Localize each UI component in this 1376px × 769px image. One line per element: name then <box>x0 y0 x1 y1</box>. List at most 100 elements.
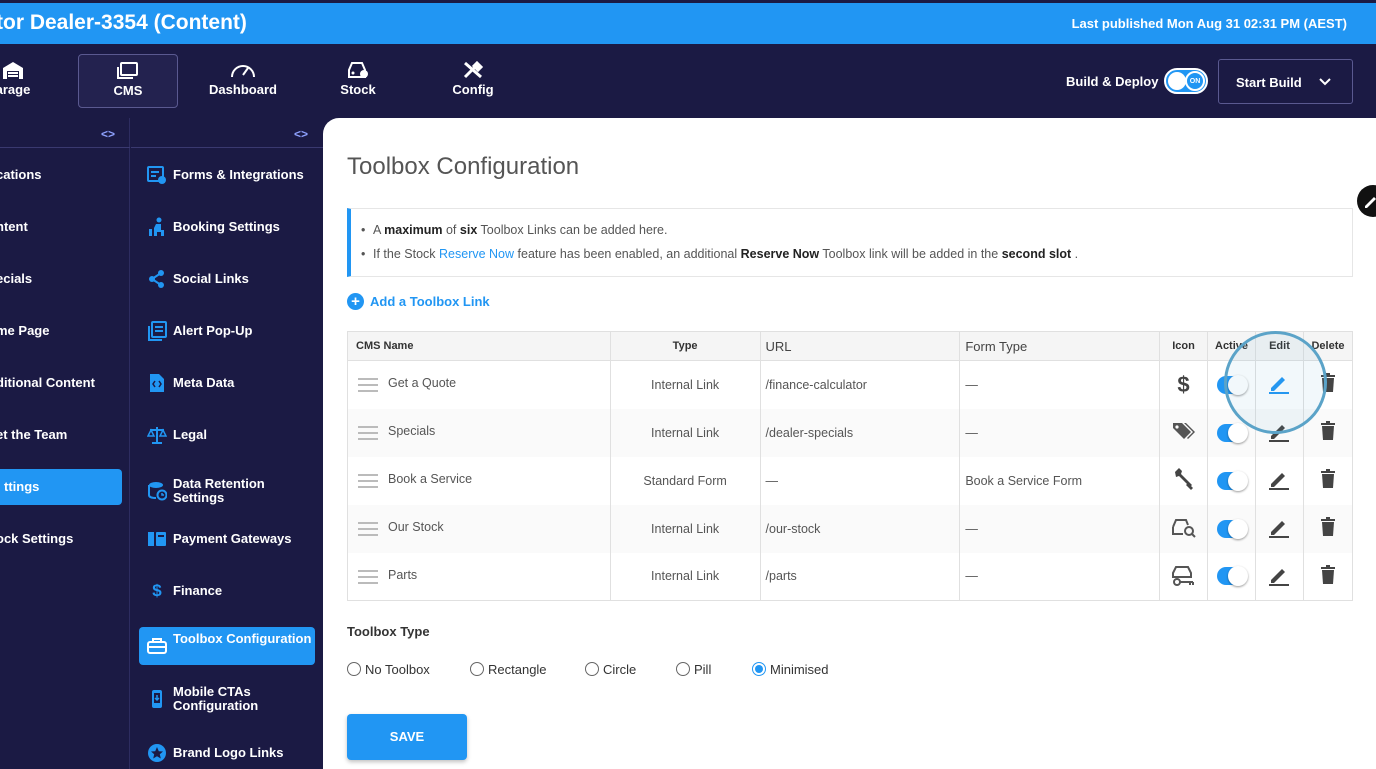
click-highlight-ring <box>1224 331 1327 434</box>
info-notice: A maximum of six Toolbox Links can be ad… <box>347 208 1353 277</box>
drag-handle-icon[interactable] <box>358 569 378 584</box>
car-search-icon <box>1171 519 1196 538</box>
edit-pencil-icon[interactable] <box>1267 467 1291 491</box>
sidebar-item-content[interactable]: ntent <box>0 209 122 245</box>
sidebar-item-legal[interactable]: Legal <box>139 423 315 447</box>
drag-handle-icon[interactable] <box>358 473 378 488</box>
brand-logo-icon <box>148 744 166 762</box>
nav-cms[interactable]: CMS <box>78 54 178 108</box>
booking-icon <box>149 217 164 236</box>
start-build-button[interactable]: Start Build <box>1218 59 1353 104</box>
last-published: Last published Mon Aug 31 02:31 PM (AEST… <box>1071 16 1347 31</box>
sidebar-item-meta-data[interactable]: Meta Data <box>139 371 315 395</box>
payment-icon <box>148 532 166 546</box>
drag-handle-icon[interactable] <box>358 521 378 536</box>
sidebar-item-payment-gateways[interactable]: Payment Gateways <box>139 527 315 551</box>
sidebar-item-toolbox-configuration[interactable]: Toolbox Configuration <box>139 627 315 665</box>
plus-icon: + <box>347 293 364 310</box>
row-url: /parts <box>759 552 961 601</box>
table-row: Book a Service Standard Form — Book a Se… <box>347 456 1354 505</box>
table-row: Parts Internal Link /parts — <box>347 552 1354 601</box>
sidebar-item-forms-integrations[interactable]: Forms & Integrations <box>139 163 315 187</box>
edit-pencil-icon[interactable] <box>1267 515 1291 539</box>
car-key-icon <box>1171 565 1194 586</box>
row-url: /dealer-specials <box>759 408 961 457</box>
row-url: /our-stock <box>759 504 961 553</box>
sidebar-item-data-retention[interactable]: Data Retention Settings <box>139 475 315 507</box>
save-button[interactable]: SAVE <box>347 714 467 760</box>
col-header-icon: Icon <box>1159 331 1209 361</box>
row-form-type: — <box>959 408 1161 457</box>
data-retention-icon <box>148 482 167 501</box>
row-name: Our Stock <box>388 519 444 534</box>
edit-pencil-icon[interactable] <box>1267 563 1291 587</box>
sidebar-item-mobile-ctas[interactable]: Mobile CTAs Configuration <box>139 683 315 715</box>
active-toggle[interactable] <box>1216 470 1248 491</box>
trash-icon[interactable] <box>1319 421 1337 441</box>
sidebar-item-alert-popup[interactable]: Alert Pop-Up <box>139 319 315 343</box>
sidebar-primary: <> cations ntent ecials me Page ditional… <box>0 118 130 769</box>
scales-icon <box>147 427 167 444</box>
active-toggle[interactable] <box>1216 518 1248 539</box>
pencil-icon <box>1365 197 1376 208</box>
table-row: Get a Quote Internal Link /finance-calcu… <box>347 360 1354 409</box>
sidebar-item-locations[interactable]: cations <box>0 157 122 193</box>
row-form-type: — <box>959 504 1161 553</box>
build-deploy-label: Build & Deploy <box>1066 74 1159 89</box>
build-deploy-toggle[interactable]: ON <box>1164 68 1208 94</box>
sidebar-item-booking-settings[interactable]: Booking Settings <box>139 215 315 239</box>
alert-popup-icon <box>148 321 167 341</box>
collapse-toggle-icon[interactable]: <> <box>101 127 115 141</box>
mobile-icon <box>152 690 162 708</box>
divider <box>131 147 323 148</box>
row-type: Internal Link <box>609 552 761 601</box>
nav-dashboard[interactable]: Dashboard <box>198 54 288 108</box>
nav-stock[interactable]: Stock <box>318 54 398 108</box>
nav-config[interactable]: Config <box>433 54 513 108</box>
toolbox-icon <box>147 638 167 654</box>
sidebar-item-social-links[interactable]: Social Links <box>139 267 315 291</box>
table-row: Specials Internal Link /dealer-specials … <box>347 408 1354 457</box>
row-type: Standard Form <box>609 456 761 505</box>
trash-icon[interactable] <box>1319 517 1337 537</box>
reserve-now-link[interactable]: Reserve Now <box>439 247 514 261</box>
row-form-type: — <box>959 360 1161 409</box>
row-name: Parts <box>388 567 418 582</box>
row-type: Internal Link <box>609 504 761 553</box>
top-bar: tor Dealer-3354 (Content) Last published… <box>0 0 1376 44</box>
row-type: Internal Link <box>609 360 761 409</box>
trash-icon[interactable] <box>1319 469 1337 489</box>
row-type: Internal Link <box>609 408 761 457</box>
active-toggle[interactable] <box>1216 566 1248 587</box>
chevron-down-icon <box>1319 78 1331 86</box>
stock-icon <box>348 62 368 78</box>
nav-garage[interactable]: arage <box>0 54 48 108</box>
drag-handle-icon[interactable] <box>358 378 378 393</box>
drag-handle-icon[interactable] <box>358 425 378 440</box>
sidebar-item-stock-settings[interactable]: ock Settings <box>0 521 122 557</box>
sidebar-item-home-page[interactable]: me Page <box>0 313 122 349</box>
sidebar-item-specials[interactable]: ecials <box>0 261 122 297</box>
dashboard-icon <box>231 65 255 78</box>
sidebar-item-finance[interactable]: $ Finance <box>139 579 315 603</box>
cms-icon <box>117 62 138 79</box>
config-icon <box>463 60 484 79</box>
sidebar-item-meet-the-team[interactable]: et the Team <box>0 417 122 453</box>
col-header-url: URL <box>759 331 961 361</box>
toolbox-links-table: CMS Name Type URL Form Type Icon Active … <box>347 331 1354 601</box>
col-header-form-type: Form Type <box>959 331 1161 361</box>
row-form-type: — <box>959 552 1161 601</box>
sidebar-item-additional-content[interactable]: ditional Content <box>0 365 122 401</box>
trash-icon[interactable] <box>1319 564 1337 585</box>
sidebar-secondary: <> Forms & Integrations Booking Settings… <box>131 118 323 769</box>
dollar-icon: $ <box>152 581 162 600</box>
form-settings-icon <box>147 166 166 184</box>
sidebar-item-settings[interactable]: ttings <box>0 469 122 505</box>
page-title: Toolbox Configuration <box>347 153 580 180</box>
wrench-icon <box>1174 468 1193 490</box>
active-toggle[interactable] <box>1216 422 1248 443</box>
collapse-toggle-icon[interactable]: <> <box>294 127 308 141</box>
table-row: Our Stock Internal Link /our-stock — <box>347 504 1354 553</box>
sidebar-item-brand-logo-links[interactable]: Brand Logo Links <box>139 743 315 767</box>
row-url: /finance-calculator <box>759 360 961 409</box>
